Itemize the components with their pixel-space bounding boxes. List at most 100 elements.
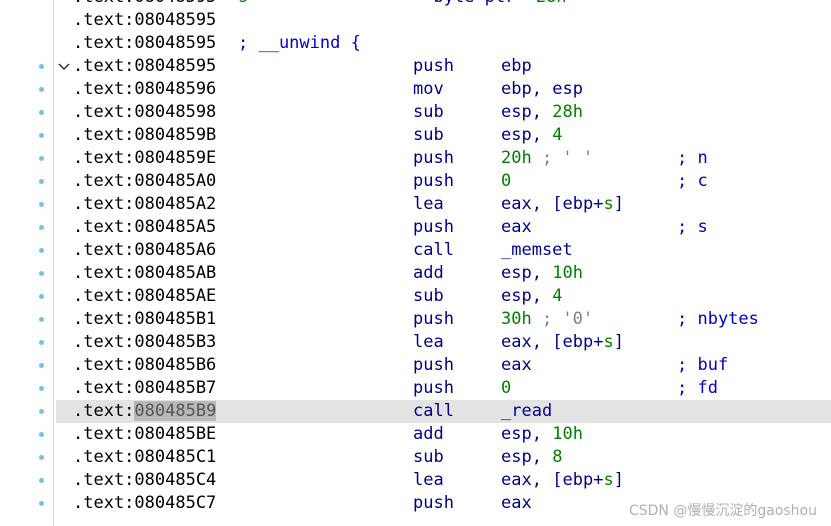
disasm-line[interactable]: .text:08048595 push ebp xyxy=(0,55,831,78)
operands[interactable]: ebp, esp xyxy=(501,78,583,101)
breakpoint-marker-dot[interactable] xyxy=(39,455,44,460)
address[interactable]: .text:080485C7 xyxy=(73,492,216,515)
operands[interactable]: 30h ; '0' xyxy=(501,308,593,331)
disasm-line[interactable]: .text:08048595 s = byte ptr -28h xyxy=(0,0,831,9)
breakpoint-marker-dot[interactable] xyxy=(39,363,44,368)
address[interactable]: .text:08048596 xyxy=(73,78,216,101)
breakpoint-marker-dot[interactable] xyxy=(39,501,44,506)
operand-token: ebp xyxy=(501,79,532,99)
address[interactable]: .text:080485A6 xyxy=(73,239,216,262)
operands[interactable]: eax, [ebp+s] xyxy=(501,193,624,216)
address[interactable]: .text:080485C1 xyxy=(73,446,216,469)
disasm-line[interactable]: .text:08048595 xyxy=(0,9,831,32)
breakpoint-marker-dot[interactable] xyxy=(39,110,44,115)
disasm-line[interactable]: .text:0804859E push 20h ; ' ' ; n xyxy=(0,147,831,170)
address[interactable]: .text:08048598 xyxy=(73,101,216,124)
disasm-line[interactable]: .text:0804859B sub esp, 4 xyxy=(0,124,831,147)
operands[interactable]: eax xyxy=(501,354,532,377)
breakpoint-marker-dot[interactable] xyxy=(39,156,44,161)
breakpoint-marker-dot[interactable] xyxy=(39,87,44,92)
disasm-line[interactable]: .text:080485B7 push 0 ; fd xyxy=(0,377,831,400)
disasm-line[interactable]: .text:080485A2 lea eax, [ebp+s] xyxy=(0,193,831,216)
operands[interactable]: eax, [ebp+s] xyxy=(501,331,624,354)
operand-token: + xyxy=(593,194,604,214)
mnemonic: lea xyxy=(413,470,444,490)
operands[interactable]: _read xyxy=(501,400,552,423)
address[interactable]: .text:080485B9 xyxy=(73,400,217,423)
address[interactable]: .text:080485AB xyxy=(73,262,216,285)
address[interactable]: .text:080485A2 xyxy=(73,193,216,216)
breakpoint-marker-dot[interactable] xyxy=(39,179,44,184)
operands[interactable]: 0 xyxy=(501,170,511,193)
disasm-line[interactable]: .text:080485A6 call _memset xyxy=(0,239,831,262)
operand-token: [ xyxy=(552,332,563,352)
address[interactable]: .text:080485B6 xyxy=(73,354,216,377)
chevron-down-icon[interactable] xyxy=(56,55,72,78)
breakpoint-marker-dot[interactable] xyxy=(39,432,44,437)
breakpoint-marker-dot[interactable] xyxy=(39,133,44,138)
mnemonic: push xyxy=(413,493,454,513)
operand-token: , xyxy=(531,470,542,490)
disasm-line[interactable]: .text:080485B6 push eax ; buf xyxy=(0,354,831,377)
breakpoint-marker-dot[interactable] xyxy=(39,64,44,69)
breakpoint-marker-dot[interactable] xyxy=(39,202,44,207)
address[interactable]: .text:08048595 xyxy=(73,32,216,55)
operand-token: eax xyxy=(501,194,532,214)
operands[interactable]: 20h ; ' ' xyxy=(501,147,593,170)
disasm-line[interactable]: .text:080485B3 lea eax, [ebp+s] xyxy=(0,331,831,354)
address[interactable]: .text:080485B1 xyxy=(73,308,216,331)
mnemonic: call xyxy=(413,401,454,421)
disasm-line[interactable]: .text:080485A5 push eax ; s xyxy=(0,216,831,239)
address[interactable]: .text:080485AE xyxy=(73,285,216,308)
disasm-line[interactable]: .text:080485BE add esp, 10h xyxy=(0,423,831,446)
operands[interactable]: _memset xyxy=(501,239,573,262)
address[interactable]: .text:08048595 xyxy=(73,0,216,9)
operand-token: esp xyxy=(501,424,532,444)
address[interactable]: .text:08048595 xyxy=(73,55,216,78)
address[interactable]: .text:080485A0 xyxy=(73,170,216,193)
address[interactable]: .text:0804859B xyxy=(73,124,216,147)
operands[interactable]: eax xyxy=(501,492,532,515)
operands[interactable]: esp, 4 xyxy=(501,124,562,147)
breakpoint-marker-dot[interactable] xyxy=(39,409,44,414)
disassembly-listing[interactable]: .text:08048595s= byte ptr -28h.text:0804… xyxy=(0,0,831,515)
disasm-line[interactable]: .text:080485AE sub esp, 4 xyxy=(0,285,831,308)
disasm-line[interactable]: .text:08048596 mov ebp, esp xyxy=(0,78,831,101)
operand-token: , xyxy=(531,125,542,145)
breakpoint-marker-dot[interactable] xyxy=(39,225,44,230)
address[interactable]: .text:080485B7 xyxy=(73,377,216,400)
breakpoint-marker-dot[interactable] xyxy=(39,294,44,299)
address[interactable]: .text:080485BE xyxy=(73,423,216,446)
operands[interactable]: esp, 10h xyxy=(501,262,583,285)
breakpoint-marker-dot[interactable] xyxy=(39,386,44,391)
breakpoint-marker-dot[interactable] xyxy=(39,478,44,483)
operands[interactable]: esp, 28h xyxy=(501,101,583,124)
operands[interactable]: esp, 8 xyxy=(501,446,562,469)
operands[interactable]: eax, [ebp+s] xyxy=(501,469,624,492)
operands[interactable]: ebp xyxy=(501,55,532,78)
address[interactable]: .text:080485A5 xyxy=(73,216,216,239)
operands[interactable]: eax xyxy=(501,216,532,239)
disasm-line[interactable]: .text:080485AB add esp, 10h xyxy=(0,262,831,285)
disasm-line[interactable]: .text:08048598 sub esp, 28h xyxy=(0,101,831,124)
disasm-line[interactable]: .text:080485C4 lea eax, [ebp+s] xyxy=(0,469,831,492)
address[interactable]: .text:0804859E xyxy=(73,147,216,170)
disasm-line[interactable]: .text:080485A0 push 0 ; c xyxy=(0,170,831,193)
breakpoint-marker-dot[interactable] xyxy=(39,248,44,253)
address[interactable]: .text:080485B3 xyxy=(73,331,216,354)
address[interactable]: .text:080485C4 xyxy=(73,469,216,492)
disasm-line[interactable]: .text:080485C1 sub esp, 8 xyxy=(0,446,831,469)
disasm-line[interactable]: .text:08048595 ; __unwind { xyxy=(0,32,831,55)
address[interactable]: .text:08048595 xyxy=(73,9,216,32)
operands[interactable]: 0 xyxy=(501,377,511,400)
operands[interactable]: esp, 4 xyxy=(501,285,562,308)
operands[interactable]: esp, 10h xyxy=(501,423,583,446)
mnemonic: push xyxy=(413,217,454,237)
disasm-line[interactable]: .text:080485B1 push 30h ; '0' ; nbytes xyxy=(0,308,831,331)
breakpoint-marker-dot[interactable] xyxy=(39,317,44,322)
disasm-line-selected[interactable]: .text:080485B9 call _read xyxy=(0,400,831,423)
operand-token xyxy=(542,447,552,467)
operands[interactable]: = byte ptr -28h xyxy=(413,0,567,9)
breakpoint-marker-dot[interactable] xyxy=(39,271,44,276)
breakpoint-marker-dot[interactable] xyxy=(39,340,44,345)
